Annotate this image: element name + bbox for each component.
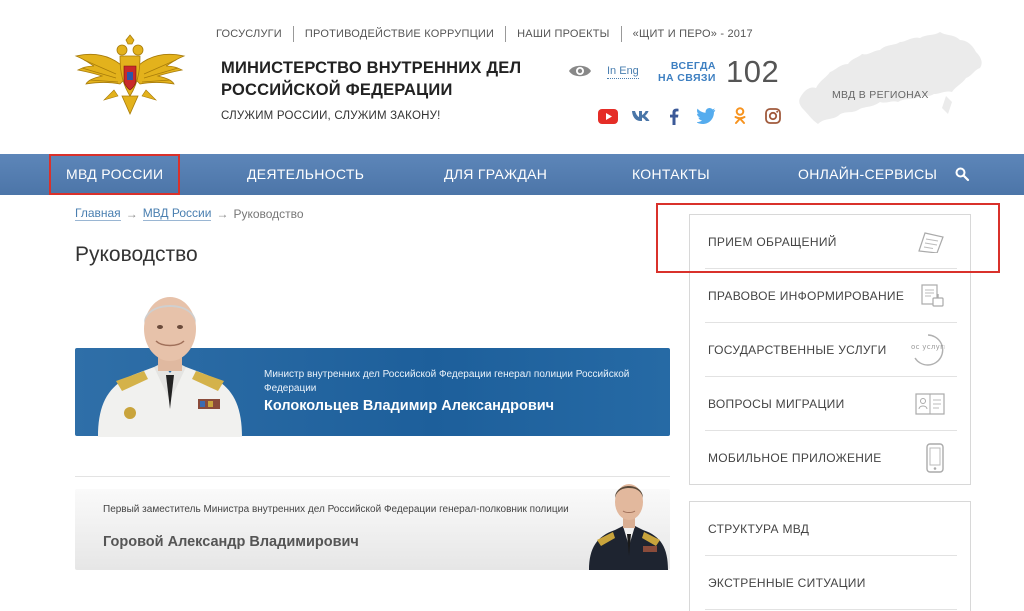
hotline-label-line2: НА СВЯЗИ xyxy=(658,72,716,84)
leader-name[interactable]: Горовой Александр Владимирович xyxy=(103,534,359,550)
odnoklassniki-icon[interactable] xyxy=(730,107,750,125)
eye-icon[interactable] xyxy=(568,63,592,79)
nav-item-mvd-russia[interactable]: МВД РОССИИ xyxy=(49,154,181,195)
youtube-icon[interactable] xyxy=(598,107,618,125)
service-label: МОБИЛЬНОЕ ПРИЛОЖЕНИЕ xyxy=(708,451,882,465)
service-label: ВОПРОСЫ МИГРАЦИИ xyxy=(708,396,845,411)
top-link-shield-and-pen[interactable]: «ЩИТ И ПЕРО» - 2017 xyxy=(620,26,764,42)
top-link-anticorruption[interactable]: ПРОТИВОДЕЙСТВИЕ КОРРУПЦИИ xyxy=(292,26,505,42)
instagram-icon[interactable] xyxy=(763,107,783,125)
site-title[interactable]: МИНИСТЕРСТВО ВНУТРЕННИХ ДЕЛ РОССИЙСКОЙ Ф… xyxy=(221,57,521,101)
section-emergencies[interactable]: ЭКСТРЕННЫЕ СИТУАЦИИ xyxy=(705,556,957,610)
search-icon[interactable] xyxy=(954,166,970,182)
section-label: СТРУКТУРА МВД xyxy=(708,521,810,536)
leader-rank: Министр внутренних дел Российской Федера… xyxy=(264,369,630,394)
nav-item-contacts[interactable]: КОНТАКТЫ xyxy=(632,154,710,195)
sections-panel: СТРУКТУРА МВД ЭКСТРЕННЫЕ СИТУАЦИИ xyxy=(689,501,971,611)
minister-photo[interactable] xyxy=(92,289,247,437)
site-motto: СЛУЖИМ РОССИИ, СЛУЖИМ ЗАКОНУ! xyxy=(221,110,441,122)
mvd-emblem-icon[interactable] xyxy=(74,34,186,116)
breadcrumb-separator: → xyxy=(216,206,229,221)
service-mobile-app[interactable]: МОБИЛЬНОЕ ПРИЛОЖЕНИЕ xyxy=(705,431,957,485)
leader-card-first-deputy[interactable]: Первый заместитель Министра внутренних д… xyxy=(75,489,670,570)
facebook-icon[interactable] xyxy=(664,107,684,125)
hotline-number: 102 xyxy=(726,54,780,89)
top-links-bar: ГОСУСЛУГИ ПРОТИВОДЕЙСТВИЕ КОРРУПЦИИ НАШИ… xyxy=(216,26,764,42)
highlight-frame xyxy=(656,203,1000,273)
section-label: ЭКСТРЕННЫЕ СИТУАЦИИ xyxy=(708,575,866,590)
service-label: ПРАВОВОЕ ИНФОРМИРОВАНИЕ xyxy=(708,288,905,303)
breadcrumb-separator: → xyxy=(125,206,138,221)
twitter-icon[interactable] xyxy=(697,107,717,125)
nav-item-online-services[interactable]: ОНЛАЙН-СЕРВИСЫ xyxy=(798,154,937,195)
vk-icon[interactable] xyxy=(631,107,651,125)
nav-item-activity[interactable]: ДЕЯТЕЛЬНОСТЬ xyxy=(247,154,364,195)
top-link-projects[interactable]: НАШИ ПРОЕКТЫ xyxy=(505,26,620,42)
leader-rank: Первый заместитель Министра внутренних д… xyxy=(103,504,569,515)
breadcrumb-current: Руководство xyxy=(233,206,304,221)
gosuslugi-icon: гос услуги xyxy=(911,333,945,366)
document-stamp-icon xyxy=(921,283,944,307)
social-links xyxy=(598,107,796,125)
russia-map-icon[interactable] xyxy=(796,28,986,132)
site-title-line2: РОССИЙСКОЙ ФЕДЕРАЦИИ xyxy=(221,81,453,99)
hotline-label: ВСЕГДА НА СВЯЗИ xyxy=(658,60,716,84)
top-link-gosuslugi[interactable]: ГОСУСЛУГИ xyxy=(216,26,293,42)
english-version-link[interactable]: In Eng xyxy=(607,65,639,79)
smartphone-icon xyxy=(926,443,944,473)
breadcrumb-home[interactable]: Главная xyxy=(75,206,121,221)
leader-name[interactable]: Колокольцев Владимир Александрович xyxy=(264,398,554,414)
hotline-label-line1: ВСЕГДА xyxy=(670,60,716,72)
service-state-services[interactable]: ГОСУДАРСТВЕННЫЕ УСЛУГИ гос услуги xyxy=(705,323,957,377)
breadcrumb: Главная → МВД России → Руководство xyxy=(75,206,304,221)
service-migration[interactable]: ВОПРОСЫ МИГРАЦИИ xyxy=(705,377,957,431)
page-title: Руководство xyxy=(75,243,198,266)
section-mvd-structure[interactable]: СТРУКТУРА МВД xyxy=(705,502,957,556)
passport-icon xyxy=(915,392,945,415)
nav-item-for-citizens[interactable]: ДЛЯ ГРАЖДАН xyxy=(444,154,547,195)
site-header: ГОСУСЛУГИ ПРОТИВОДЕЙСТВИЕ КОРРУПЦИИ НАШИ… xyxy=(0,0,1024,154)
regions-link[interactable]: МВД В РЕГИОНАХ xyxy=(832,89,929,101)
first-deputy-photo[interactable] xyxy=(587,476,670,570)
service-label: ГОСУДАРСТВЕННЫЕ УСЛУГИ xyxy=(708,342,887,357)
breadcrumb-mvd-russia[interactable]: МВД России xyxy=(142,206,212,221)
site-title-line1: МИНИСТЕРСТВО ВНУТРЕННИХ ДЕЛ xyxy=(221,59,522,77)
section-divider xyxy=(75,476,670,477)
gosuslugi-icon-text: гос услуги xyxy=(911,343,945,351)
main-nav: МВД РОССИИ ДЕЯТЕЛЬНОСТЬ ДЛЯ ГРАЖДАН КОНТ… xyxy=(0,154,1024,195)
service-legal-information[interactable]: ПРАВОВОЕ ИНФОРМИРОВАНИЕ xyxy=(705,269,957,323)
